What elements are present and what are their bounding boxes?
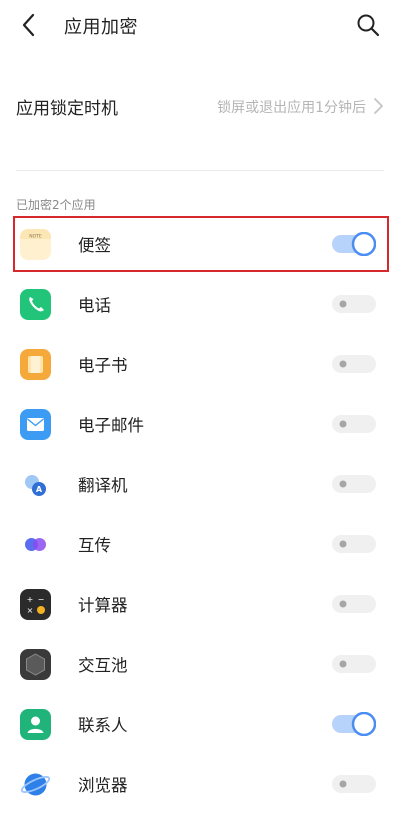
toggle-switch[interactable] — [332, 352, 376, 376]
app-row-hexagon: 交互池 — [0, 640, 400, 696]
app-row-calculator: + − × 计算器 — [0, 580, 400, 636]
svg-text:×: × — [27, 606, 34, 615]
calculator-icon: + − × — [20, 589, 51, 620]
app-name: 互传 — [78, 536, 111, 555]
hexagon-icon — [20, 649, 51, 680]
app-row-browser: 浏览器 — [0, 760, 400, 816]
app-row-contacts: 联系人 — [0, 700, 400, 756]
app-name: 交互池 — [78, 656, 128, 675]
ebook-icon — [20, 349, 51, 380]
toggle-switch[interactable] — [332, 772, 376, 796]
lock-timing-label: 应用锁定时机 — [16, 99, 118, 119]
search-icon[interactable] — [355, 12, 381, 38]
header: 应用加密 — [0, 0, 400, 52]
app-row-phone: 电话 — [0, 280, 400, 336]
app-row-translator: A 翻译机 — [0, 460, 400, 516]
app-name: 翻译机 — [78, 476, 128, 495]
app-name: 电子邮件 — [78, 416, 144, 435]
app-name: 电子书 — [78, 356, 128, 375]
toggle-switch[interactable] — [332, 712, 376, 736]
app-name: 计算器 — [78, 596, 128, 615]
phone-icon — [20, 289, 51, 320]
app-name: 便签 — [78, 236, 111, 255]
page-title: 应用加密 — [64, 17, 138, 38]
notes-icon-text: NOTE — [29, 234, 42, 240]
email-icon — [20, 409, 51, 440]
contacts-icon — [20, 709, 51, 740]
svg-text:A: A — [36, 485, 43, 494]
chevron-left-icon[interactable] — [14, 10, 44, 40]
lock-timing-value: 锁屏或退出应用1分钟后 — [217, 100, 366, 116]
app-row-ebook: 电子书 — [0, 340, 400, 396]
app-row-share: 互传 — [0, 520, 400, 576]
app-name: 联系人 — [78, 716, 128, 735]
toggle-switch[interactable] — [332, 592, 376, 616]
section-title: 已加密2个应用 — [16, 198, 96, 212]
translator-icon: A — [20, 469, 51, 500]
toggle-switch[interactable] — [332, 652, 376, 676]
share-icon — [20, 529, 51, 560]
app-row-email: 电子邮件 — [0, 400, 400, 456]
divider — [16, 170, 384, 171]
toggle-switch[interactable] — [332, 472, 376, 496]
svg-text:−: − — [38, 595, 45, 604]
app-name: 浏览器 — [78, 776, 128, 795]
chevron-right-icon — [374, 98, 383, 114]
toggle-switch[interactable] — [332, 292, 376, 316]
notes-icon: NOTE — [20, 229, 51, 260]
browser-icon — [20, 769, 51, 800]
toggle-switch[interactable] — [332, 232, 376, 256]
app-row-notes: NOTE 便签 — [0, 220, 400, 276]
svg-text:+: + — [27, 595, 34, 604]
lock-timing-row[interactable]: 应用锁定时机 锁屏或退出应用1分钟后 — [0, 78, 400, 134]
app-name: 电话 — [78, 296, 111, 315]
toggle-switch[interactable] — [332, 412, 376, 436]
toggle-switch[interactable] — [332, 532, 376, 556]
